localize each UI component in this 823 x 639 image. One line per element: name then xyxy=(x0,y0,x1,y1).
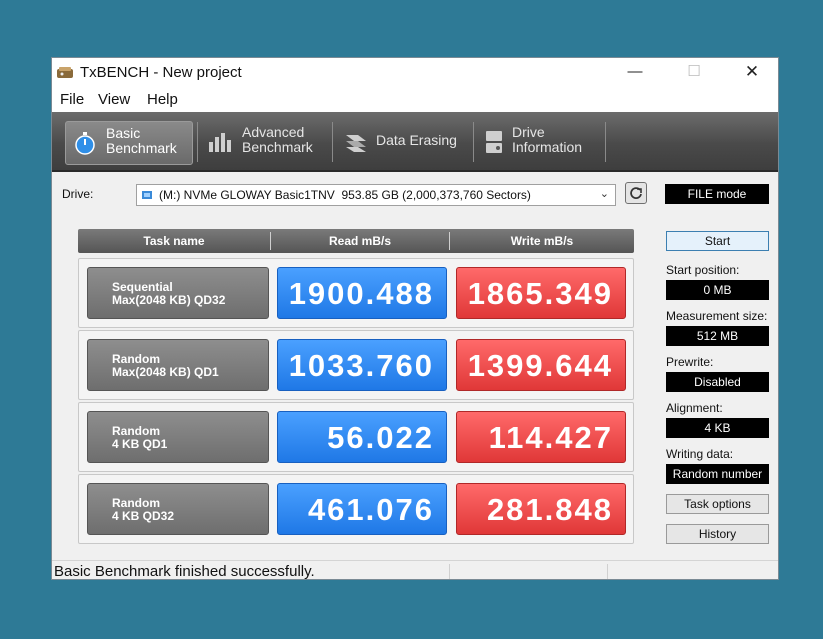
close-button[interactable]: ✕ xyxy=(723,58,778,88)
mode-indicator: FILE mode xyxy=(665,184,769,204)
task-options-button[interactable]: Task options xyxy=(666,494,769,514)
tab-basic-benchmark[interactable]: Basic Benchmark xyxy=(65,121,193,165)
writing-data-label: Writing data: xyxy=(666,447,734,461)
drive-label: Drive: xyxy=(62,187,94,201)
chevron-down-icon: ⌄ xyxy=(599,188,609,200)
task-button[interactable]: Random 4 KB QD1 xyxy=(87,411,269,463)
task-button[interactable]: Random 4 KB QD32 xyxy=(87,483,269,535)
tab-advanced-benchmark[interactable]: Advanced Benchmark xyxy=(202,121,327,163)
tab-info-label-1: Drive xyxy=(512,124,545,140)
tab-info-label-2: Information xyxy=(512,139,583,155)
menu-file[interactable]: File xyxy=(60,91,84,108)
app-icon xyxy=(57,67,73,78)
refresh-icon xyxy=(630,187,642,199)
menu-view[interactable]: View xyxy=(98,91,130,108)
table-row: Sequential Max(2048 KB) QD32 1900.488 18… xyxy=(78,258,634,328)
history-button[interactable]: History xyxy=(666,524,769,544)
window-title: TxBENCH - New project xyxy=(80,64,242,81)
toolbar-divider xyxy=(605,122,606,162)
tab-basic-label-2: Benchmark xyxy=(106,140,177,156)
toolbar-divider xyxy=(332,122,333,162)
alignment-label: Alignment: xyxy=(666,401,723,415)
drive-select[interactable]: (M:) NVMe GLOWAY Basic1TNV 953.85 GB (2,… xyxy=(136,184,616,206)
menu-help[interactable]: Help xyxy=(147,91,178,108)
toolbar-divider xyxy=(473,122,474,162)
read-result: 1900.488 xyxy=(277,267,447,319)
tab-data-erasing[interactable]: Data Erasing xyxy=(338,121,468,163)
task-name-line-2: 4 KB QD1 xyxy=(112,437,168,451)
write-result: 1399.644 xyxy=(456,339,626,391)
stopwatch-icon xyxy=(75,132,95,155)
header-write: Write mB/s xyxy=(510,234,574,248)
start-button[interactable]: Start xyxy=(666,231,769,251)
status-divider xyxy=(607,564,608,579)
writing-data-value[interactable]: Random number xyxy=(666,464,769,484)
task-button[interactable]: Sequential Max(2048 KB) QD32 xyxy=(87,267,269,319)
toolbar-divider xyxy=(197,122,198,162)
drive-icon xyxy=(142,191,152,199)
table-row: Random Max(2048 KB) QD1 1033.760 1399.64… xyxy=(78,330,634,400)
tab-drive-information[interactable]: Drive Information xyxy=(478,121,604,163)
status-message: Basic Benchmark finished successfully. xyxy=(54,563,315,580)
tab-advanced-label-1: Advanced xyxy=(242,124,305,140)
title-bar: TxBENCH - New project — ☐ ✕ xyxy=(52,58,778,88)
drive-select-value: (M:) NVMe GLOWAY Basic1TNV 953.85 GB (2,… xyxy=(159,188,531,202)
read-result: 56.022 xyxy=(277,411,447,463)
minimize-button[interactable]: — xyxy=(606,58,664,88)
tab-advanced-label-2: Benchmark xyxy=(242,139,313,155)
start-position-label: Start position: xyxy=(666,263,740,277)
bar-chart-icon xyxy=(209,133,231,152)
prewrite-label: Prewrite: xyxy=(666,355,714,369)
table-header: Task name Read mB/s Write mB/s xyxy=(78,229,634,253)
read-result: 1033.760 xyxy=(277,339,447,391)
task-name-line-2: Max(2048 KB) QD32 xyxy=(112,293,226,307)
write-result: 114.427 xyxy=(456,411,626,463)
header-task-name: Task name xyxy=(143,234,205,248)
toolbar: Basic Benchmark Advanced Benchmark Data … xyxy=(52,112,778,172)
task-button[interactable]: Random Max(2048 KB) QD1 xyxy=(87,339,269,391)
tab-basic-label-1: Basic xyxy=(106,125,141,141)
write-result: 1865.349 xyxy=(456,267,626,319)
read-result: 461.076 xyxy=(277,483,447,535)
status-divider xyxy=(449,564,450,579)
task-name-line-2: 4 KB QD32 xyxy=(112,509,175,523)
prewrite-value[interactable]: Disabled xyxy=(666,372,769,392)
alignment-value[interactable]: 4 KB xyxy=(666,418,769,438)
table-row: Random 4 KB QD1 56.022 114.427 xyxy=(78,402,634,472)
refresh-button[interactable] xyxy=(625,182,647,204)
header-read: Read mB/s xyxy=(328,234,392,248)
app-window: TxBENCH - New project — ☐ ✕ File View He… xyxy=(51,57,779,580)
measurement-size-value[interactable]: 512 MB xyxy=(666,326,769,346)
start-position-value[interactable]: 0 MB xyxy=(666,280,769,300)
maximize-button[interactable]: ☐ xyxy=(665,58,723,88)
write-result: 281.848 xyxy=(456,483,626,535)
task-name-line-2: Max(2048 KB) QD1 xyxy=(112,365,219,379)
eraser-icon xyxy=(346,135,366,152)
menu-bar: File View Help xyxy=(52,88,778,112)
measurement-size-label: Measurement size: xyxy=(666,309,768,323)
drive-info-icon xyxy=(486,131,502,153)
status-bar: Basic Benchmark finished successfully. xyxy=(52,560,778,580)
tab-erasing-label: Data Erasing xyxy=(376,132,457,148)
table-row: Random 4 KB QD32 461.076 281.848 xyxy=(78,474,634,544)
